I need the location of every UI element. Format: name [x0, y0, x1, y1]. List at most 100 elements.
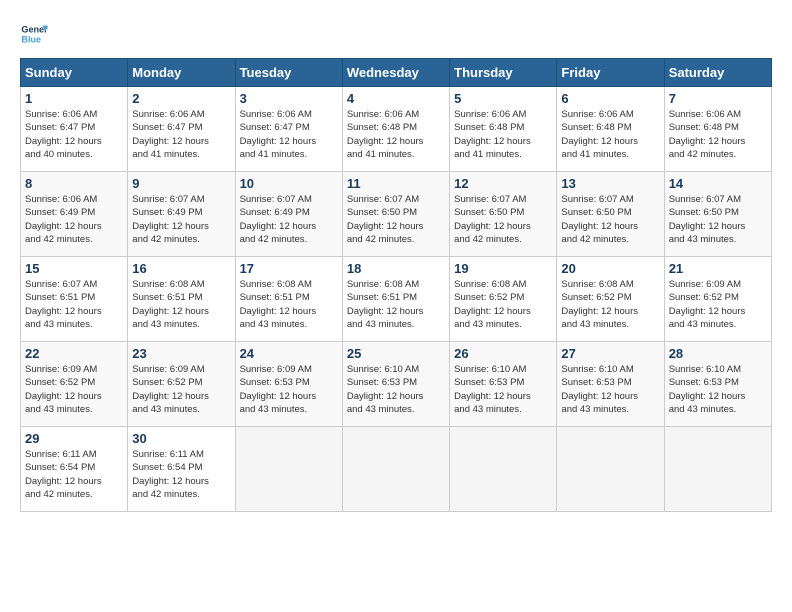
day-number: 28: [669, 346, 767, 361]
day-number: 16: [132, 261, 230, 276]
day-info: Sunrise: 6:10 AM Sunset: 6:53 PM Dayligh…: [347, 363, 445, 416]
calendar-week-row: 8 Sunrise: 6:06 AM Sunset: 6:49 PM Daylig…: [21, 172, 772, 257]
day-number: 9: [132, 176, 230, 191]
col-friday: Friday: [557, 59, 664, 87]
calendar-cell: 21Sunrise: 6:09 AM Sunset: 6:52 PM Dayli…: [664, 257, 771, 342]
calendar-cell: 14 Sunrise: 6:07 AM Sunset: 6:50 PM Dayli…: [664, 172, 771, 257]
calendar-table: Sunday Monday Tuesday Wednesday Thursday…: [20, 58, 772, 512]
calendar-cell: 8 Sunrise: 6:06 AM Sunset: 6:49 PM Daylig…: [21, 172, 128, 257]
calendar-week-row: 15 Sunrise: 6:07 AM Sunset: 6:51 PM Dayli…: [21, 257, 772, 342]
calendar-cell: [235, 427, 342, 512]
day-info: Sunrise: 6:10 AM Sunset: 6:53 PM Dayligh…: [561, 363, 659, 416]
calendar-week-row: 22 Sunrise: 6:09 AM Sunset: 6:52 PM Dayli…: [21, 342, 772, 427]
day-number: 8: [25, 176, 123, 191]
logo: General Blue: [20, 20, 48, 48]
calendar-header-row: Sunday Monday Tuesday Wednesday Thursday…: [21, 59, 772, 87]
day-number: 25: [347, 346, 445, 361]
calendar-cell: 10 Sunrise: 6:07 AM Sunset: 6:49 PM Dayli…: [235, 172, 342, 257]
day-number: 15: [25, 261, 123, 276]
day-number: 11: [347, 176, 445, 191]
calendar-cell: 23 Sunrise: 6:09 AM Sunset: 6:52 PM Dayli…: [128, 342, 235, 427]
calendar-cell: 3Sunrise: 6:06 AM Sunset: 6:47 PM Daylig…: [235, 87, 342, 172]
day-info: Sunrise: 6:08 AM Sunset: 6:52 PM Dayligh…: [561, 278, 659, 331]
calendar-cell: [342, 427, 449, 512]
calendar-cell: [450, 427, 557, 512]
day-number: 1: [25, 91, 123, 106]
day-info: Sunrise: 6:07 AM Sunset: 6:51 PM Dayligh…: [25, 278, 123, 331]
day-info: Sunrise: 6:06 AM Sunset: 6:47 PM Dayligh…: [240, 108, 338, 161]
calendar-body: 1 Sunrise: 6:06 AM Sunset: 6:47 PM Daylig…: [21, 87, 772, 512]
day-number: 2: [132, 91, 230, 106]
day-info: Sunrise: 6:07 AM Sunset: 6:50 PM Dayligh…: [454, 193, 552, 246]
calendar-cell: 15 Sunrise: 6:07 AM Sunset: 6:51 PM Dayli…: [21, 257, 128, 342]
logo-icon: General Blue: [20, 20, 48, 48]
day-info: Sunrise: 6:07 AM Sunset: 6:49 PM Dayligh…: [240, 193, 338, 246]
svg-text:Blue: Blue: [21, 34, 41, 44]
calendar-cell: 11 Sunrise: 6:07 AM Sunset: 6:50 PM Dayli…: [342, 172, 449, 257]
day-number: 12: [454, 176, 552, 191]
day-info: Sunrise: 6:09 AM Sunset: 6:52 PM Dayligh…: [669, 278, 767, 331]
calendar-cell: 26 Sunrise: 6:10 AM Sunset: 6:53 PM Dayli…: [450, 342, 557, 427]
day-info: Sunrise: 6:06 AM Sunset: 6:47 PM Dayligh…: [25, 108, 123, 161]
day-info: Sunrise: 6:08 AM Sunset: 6:51 PM Dayligh…: [347, 278, 445, 331]
col-tuesday: Tuesday: [235, 59, 342, 87]
calendar-cell: 9 Sunrise: 6:07 AM Sunset: 6:49 PM Daylig…: [128, 172, 235, 257]
day-info: Sunrise: 6:06 AM Sunset: 6:49 PM Dayligh…: [25, 193, 123, 246]
calendar-week-row: 29 Sunrise: 6:11 AM Sunset: 6:54 PM Dayli…: [21, 427, 772, 512]
calendar-cell: 29 Sunrise: 6:11 AM Sunset: 6:54 PM Dayli…: [21, 427, 128, 512]
day-info: Sunrise: 6:06 AM Sunset: 6:48 PM Dayligh…: [669, 108, 767, 161]
calendar-cell: [664, 427, 771, 512]
calendar-cell: 2Sunrise: 6:06 AM Sunset: 6:47 PM Daylig…: [128, 87, 235, 172]
calendar-cell: 1 Sunrise: 6:06 AM Sunset: 6:47 PM Daylig…: [21, 87, 128, 172]
calendar-week-row: 1 Sunrise: 6:06 AM Sunset: 6:47 PM Daylig…: [21, 87, 772, 172]
day-info: Sunrise: 6:07 AM Sunset: 6:49 PM Dayligh…: [132, 193, 230, 246]
day-number: 7: [669, 91, 767, 106]
day-info: Sunrise: 6:10 AM Sunset: 6:53 PM Dayligh…: [454, 363, 552, 416]
col-sunday: Sunday: [21, 59, 128, 87]
day-info: Sunrise: 6:07 AM Sunset: 6:50 PM Dayligh…: [669, 193, 767, 246]
day-info: Sunrise: 6:10 AM Sunset: 6:53 PM Dayligh…: [669, 363, 767, 416]
col-saturday: Saturday: [664, 59, 771, 87]
day-number: 13: [561, 176, 659, 191]
day-number: 14: [669, 176, 767, 191]
day-number: 22: [25, 346, 123, 361]
calendar-cell: 30Sunrise: 6:11 AM Sunset: 6:54 PM Dayli…: [128, 427, 235, 512]
calendar-cell: 4 Sunrise: 6:06 AM Sunset: 6:48 PM Daylig…: [342, 87, 449, 172]
day-number: 20: [561, 261, 659, 276]
day-number: 27: [561, 346, 659, 361]
day-number: 5: [454, 91, 552, 106]
day-number: 29: [25, 431, 123, 446]
calendar-cell: 17 Sunrise: 6:08 AM Sunset: 6:51 PM Dayli…: [235, 257, 342, 342]
day-info: Sunrise: 6:09 AM Sunset: 6:52 PM Dayligh…: [132, 363, 230, 416]
day-info: Sunrise: 6:07 AM Sunset: 6:50 PM Dayligh…: [347, 193, 445, 246]
calendar-cell: 6Sunrise: 6:06 AM Sunset: 6:48 PM Daylig…: [557, 87, 664, 172]
day-number: 24: [240, 346, 338, 361]
calendar-cell: 5Sunrise: 6:06 AM Sunset: 6:48 PM Daylig…: [450, 87, 557, 172]
day-number: 18: [347, 261, 445, 276]
day-info: Sunrise: 6:09 AM Sunset: 6:53 PM Dayligh…: [240, 363, 338, 416]
calendar-cell: 13 Sunrise: 6:07 AM Sunset: 6:50 PM Dayli…: [557, 172, 664, 257]
day-info: Sunrise: 6:11 AM Sunset: 6:54 PM Dayligh…: [25, 448, 123, 501]
col-monday: Monday: [128, 59, 235, 87]
day-number: 4: [347, 91, 445, 106]
calendar-cell: 25 Sunrise: 6:10 AM Sunset: 6:53 PM Dayli…: [342, 342, 449, 427]
day-info: Sunrise: 6:06 AM Sunset: 6:48 PM Dayligh…: [347, 108, 445, 161]
day-number: 17: [240, 261, 338, 276]
day-info: Sunrise: 6:08 AM Sunset: 6:51 PM Dayligh…: [240, 278, 338, 331]
col-wednesday: Wednesday: [342, 59, 449, 87]
calendar-cell: 27 Sunrise: 6:10 AM Sunset: 6:53 PM Dayli…: [557, 342, 664, 427]
calendar-cell: 7 Sunrise: 6:06 AM Sunset: 6:48 PM Daylig…: [664, 87, 771, 172]
calendar-cell: 16 Sunrise: 6:08 AM Sunset: 6:51 PM Dayli…: [128, 257, 235, 342]
day-number: 30: [132, 431, 230, 446]
calendar-cell: 18 Sunrise: 6:08 AM Sunset: 6:51 PM Dayli…: [342, 257, 449, 342]
day-number: 10: [240, 176, 338, 191]
calendar-cell: 19Sunrise: 6:08 AM Sunset: 6:52 PM Dayli…: [450, 257, 557, 342]
day-info: Sunrise: 6:07 AM Sunset: 6:50 PM Dayligh…: [561, 193, 659, 246]
day-info: Sunrise: 6:08 AM Sunset: 6:51 PM Dayligh…: [132, 278, 230, 331]
day-number: 6: [561, 91, 659, 106]
day-number: 26: [454, 346, 552, 361]
calendar-cell: 22Sunrise: 6:09 AM Sunset: 6:52 PM Dayli…: [21, 342, 128, 427]
calendar-cell: 24 Sunrise: 6:09 AM Sunset: 6:53 PM Dayli…: [235, 342, 342, 427]
day-info: Sunrise: 6:08 AM Sunset: 6:52 PM Dayligh…: [454, 278, 552, 331]
day-number: 23: [132, 346, 230, 361]
